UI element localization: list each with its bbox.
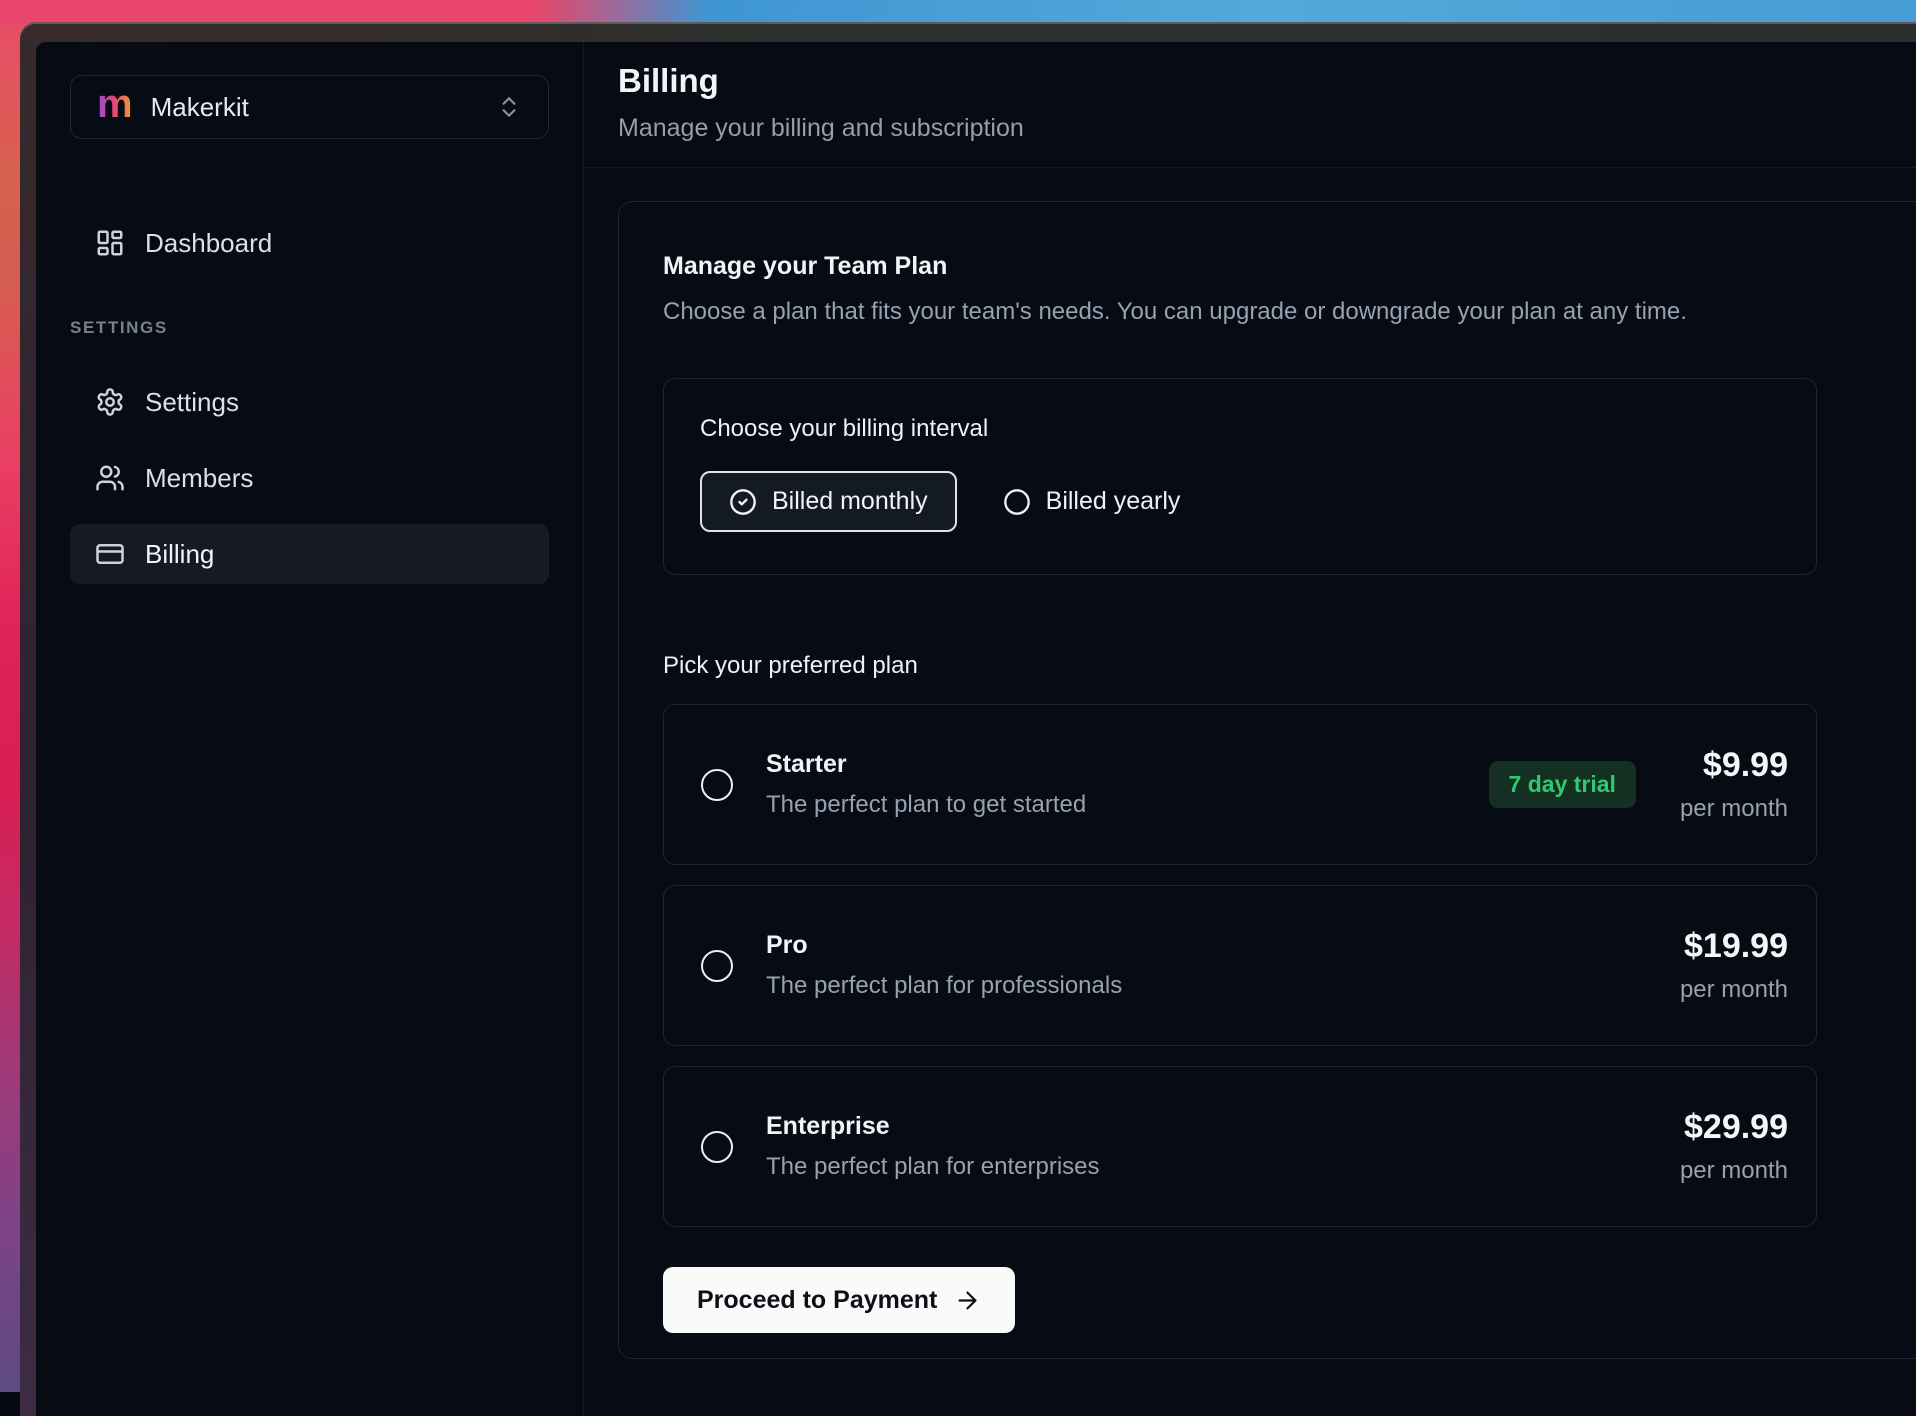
plan-row-pro[interactable]: Pro The perfect plan for professionals $… [663, 885, 1817, 1046]
plan-price: $19.99 [1680, 927, 1788, 966]
radio-circle-icon[interactable] [701, 950, 733, 982]
sidebar-item-settings[interactable]: Settings [70, 372, 549, 432]
plan-name: Pro [766, 931, 1122, 960]
billing-interval-box: Choose your billing interval Billed mont… [663, 378, 1817, 575]
billing-interval-options: Billed monthly Billed yearly [700, 471, 1780, 532]
proceed-to-payment-button[interactable]: Proceed to Payment [663, 1267, 1015, 1333]
makerkit-logo: m [97, 84, 133, 124]
radio-circle-icon[interactable] [701, 1131, 733, 1163]
sidebar-item-billing[interactable]: Billing [70, 524, 549, 584]
sidebar: m Makerkit Dashboard SETTINGS Settings M… [36, 42, 584, 1416]
plan-texts: Starter The perfect plan to get started [766, 750, 1086, 819]
price-block: $9.99 per month [1680, 746, 1788, 823]
radio-circle-icon [1003, 488, 1031, 516]
plan-right: $29.99 per month [1680, 1108, 1788, 1185]
window-frame-left [20, 40, 37, 1416]
dashboard-icon [95, 228, 125, 258]
plan-row-enterprise[interactable]: Enterprise The perfect plan for enterpri… [663, 1066, 1817, 1227]
sidebar-item-label: Dashboard [145, 228, 272, 259]
trial-badge: 7 day trial [1489, 761, 1636, 808]
plan-price: $9.99 [1680, 746, 1788, 785]
proceed-button-label: Proceed to Payment [697, 1286, 937, 1315]
plan-right: $19.99 per month [1680, 927, 1788, 1004]
price-block: $29.99 per month [1680, 1108, 1788, 1185]
billed-yearly-label: Billed yearly [1046, 487, 1181, 516]
plan-name: Enterprise [766, 1112, 1100, 1141]
plan-period: per month [1680, 976, 1788, 1004]
app-window: m Makerkit Dashboard SETTINGS Settings M… [36, 42, 1916, 1416]
pick-plan-label: Pick your preferred plan [663, 652, 1916, 680]
sidebar-section-settings: SETTINGS [70, 318, 549, 338]
radio-circle-icon[interactable] [701, 769, 733, 801]
wallpaper-top-gradient [0, 0, 1916, 23]
plan-period: per month [1680, 1157, 1788, 1185]
plan-texts: Pro The perfect plan for professionals [766, 931, 1122, 1000]
plan-period: per month [1680, 795, 1788, 823]
sidebar-item-dashboard[interactable]: Dashboard [70, 213, 549, 273]
plan-name: Starter [766, 750, 1086, 779]
main-content: Billing Manage your billing and subscrip… [584, 42, 1916, 1416]
page-title: Billing [618, 62, 1916, 100]
circle-check-icon [729, 488, 757, 516]
billed-monthly-label: Billed monthly [772, 487, 928, 516]
header-divider [584, 167, 1916, 168]
team-plan-card: Manage your Team Plan Choose a plan that… [618, 201, 1916, 1359]
workspace-selector[interactable]: m Makerkit [70, 75, 549, 139]
sidebar-item-label: Settings [145, 387, 239, 418]
plan-row-starter[interactable]: Starter The perfect plan to get started … [663, 704, 1817, 865]
plan-texts: Enterprise The perfect plan for enterpri… [766, 1112, 1100, 1181]
billed-yearly-option[interactable]: Billed yearly [1003, 487, 1181, 516]
sidebar-item-label: Billing [145, 539, 214, 570]
chevrons-up-down-icon [496, 94, 522, 120]
plan-description: The perfect plan to get started [766, 791, 1086, 819]
plan-description: The perfect plan for professionals [766, 972, 1122, 1000]
plan-price: $29.99 [1680, 1108, 1788, 1147]
billed-monthly-option[interactable]: Billed monthly [700, 471, 957, 532]
card-subtitle: Choose a plan that fits your team's need… [663, 298, 1916, 326]
card-title: Manage your Team Plan [663, 252, 1916, 281]
billing-interval-label: Choose your billing interval [700, 415, 1780, 443]
plan-description: The perfect plan for enterprises [766, 1153, 1100, 1181]
sidebar-item-members[interactable]: Members [70, 448, 549, 508]
plan-right: 7 day trial $9.99 per month [1489, 746, 1788, 823]
page-subtitle: Manage your billing and subscription [618, 114, 1916, 143]
users-icon [95, 463, 125, 493]
price-block: $19.99 per month [1680, 927, 1788, 1004]
gear-icon [95, 387, 125, 417]
arrow-right-icon [954, 1287, 981, 1314]
sidebar-item-label: Members [145, 463, 253, 494]
credit-card-icon [95, 539, 125, 569]
workspace-name: Makerkit [151, 92, 249, 123]
